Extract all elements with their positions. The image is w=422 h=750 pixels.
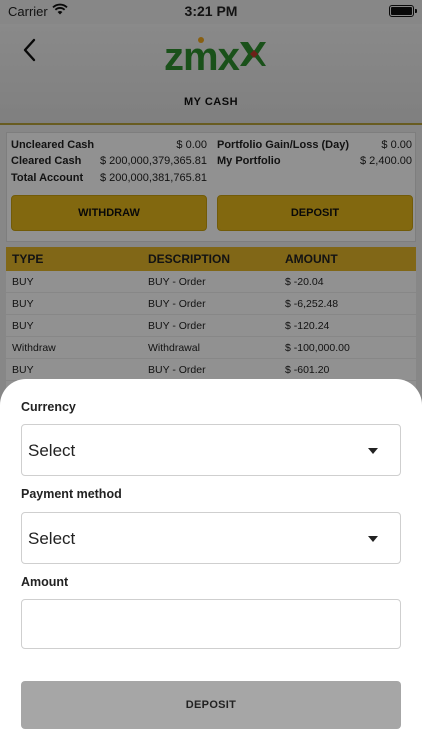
amount-label: Amount (21, 575, 69, 589)
currency-select-value: Select (28, 441, 76, 460)
caret-down-icon (368, 448, 378, 454)
payment-method-label: Payment method (21, 487, 122, 501)
submit-deposit-button[interactable]: DEPOSIT (21, 681, 401, 729)
payment-method-select-value: Select (28, 529, 76, 548)
caret-down-icon (368, 536, 378, 542)
currency-label: Currency (21, 400, 76, 414)
currency-select[interactable]: Select (21, 424, 401, 476)
amount-input[interactable] (21, 599, 401, 649)
deposit-sheet: Currency Select Payment method Select Am… (0, 379, 422, 750)
payment-method-select[interactable]: Select (21, 512, 401, 564)
